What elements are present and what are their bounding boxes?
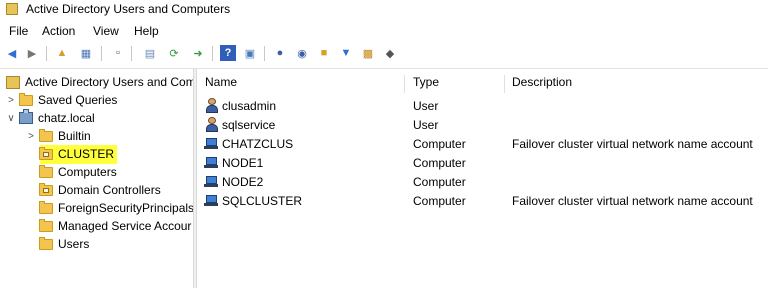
details-list: Name Type Description clusadmin User sql… bbox=[197, 69, 768, 288]
refresh-icon[interactable]: ⟳ bbox=[166, 45, 182, 61]
computer-icon bbox=[204, 157, 218, 168]
folder-icon bbox=[39, 218, 53, 232]
table-row[interactable]: SQLCLUSTER Computer Failover cluster vir… bbox=[197, 192, 768, 210]
tree-item-computers[interactable]: Computers bbox=[39, 163, 117, 181]
tree-item-label: Domain Controllers bbox=[58, 183, 161, 197]
table-row[interactable]: NODE2 Computer bbox=[197, 173, 768, 191]
ou-folder-icon bbox=[39, 146, 53, 160]
menu-file[interactable]: File bbox=[9, 24, 28, 38]
table-row[interactable]: NODE1 Computer bbox=[197, 154, 768, 172]
computer-icon bbox=[204, 176, 218, 187]
row-description: Failover cluster virtual network name ac… bbox=[512, 137, 753, 151]
computer-icon bbox=[204, 138, 218, 149]
table-row[interactable]: clusadmin User bbox=[197, 97, 768, 115]
row-name: NODE2 bbox=[222, 175, 264, 189]
filter-icon[interactable]: ▼ bbox=[338, 45, 354, 61]
title-bar: Active Directory Users and Computers bbox=[0, 0, 768, 20]
delegate-icon[interactable]: ◆ bbox=[382, 45, 398, 61]
up-folder-icon[interactable]: ▲ bbox=[54, 45, 70, 61]
ou-folder-icon bbox=[39, 182, 53, 196]
copy-icon[interactable]: ▫ bbox=[110, 45, 126, 61]
table-row[interactable]: sqlservice User bbox=[197, 116, 768, 134]
folder-icon bbox=[39, 236, 53, 250]
tree-item-label: Managed Service Accour bbox=[58, 219, 192, 233]
row-type: Computer bbox=[413, 175, 466, 189]
menu-view[interactable]: View bbox=[93, 24, 119, 38]
tree-item-label: ForeignSecurityPrincipals bbox=[58, 201, 193, 215]
menu-bar: File Action View Help bbox=[0, 21, 768, 41]
user-icon bbox=[205, 117, 219, 132]
find-icon[interactable]: ▩ bbox=[360, 45, 376, 61]
row-name: clusadmin bbox=[222, 99, 277, 113]
new-group-icon[interactable]: ◉ bbox=[294, 45, 310, 61]
column-header-description[interactable]: Description bbox=[512, 75, 572, 95]
export-list-icon[interactable]: ▤ bbox=[142, 45, 158, 61]
row-type: Computer bbox=[413, 156, 466, 170]
app-icon bbox=[6, 3, 18, 15]
row-name: SQLCLUSTER bbox=[222, 194, 303, 208]
tree-item-label: CLUSTER bbox=[58, 147, 115, 161]
toolbar: ◀ ▶ ▲ ▦ ▫ ▤ ⟳ ➜ ? ▣ ● ◉ ■ ▼ ▩ ◆ bbox=[0, 43, 768, 65]
console-tree-lower: CLUSTER Computers Domain Controllers For… bbox=[0, 69, 193, 288]
forward-icon[interactable]: ▶ bbox=[24, 45, 40, 61]
user-icon bbox=[205, 98, 219, 113]
help-icon[interactable]: ? bbox=[220, 45, 236, 61]
menu-action[interactable]: Action bbox=[42, 24, 75, 38]
window-title: Active Directory Users and Computers bbox=[26, 2, 231, 16]
export-icon[interactable]: ➜ bbox=[190, 45, 206, 61]
folder-icon bbox=[39, 164, 53, 178]
tree-item-domain-controllers[interactable]: Domain Controllers bbox=[39, 181, 161, 199]
computer-icon bbox=[204, 195, 218, 206]
tree-item-foreign-security-principals[interactable]: ForeignSecurityPrincipals bbox=[39, 199, 193, 217]
tree-item-managed-service-accounts[interactable]: Managed Service Accour bbox=[39, 217, 191, 235]
show-hide-tree-icon[interactable]: ▦ bbox=[78, 45, 94, 61]
properties-icon[interactable]: ▣ bbox=[242, 45, 258, 61]
row-type: Computer bbox=[413, 137, 466, 151]
row-type: Computer bbox=[413, 194, 466, 208]
row-description: Failover cluster virtual network name ac… bbox=[512, 194, 753, 208]
tree-item-users[interactable]: Users bbox=[39, 235, 89, 253]
new-ou-icon[interactable]: ■ bbox=[316, 45, 332, 61]
column-header-name[interactable]: Name bbox=[205, 75, 237, 95]
folder-icon bbox=[39, 200, 53, 214]
row-type: User bbox=[413, 118, 439, 132]
row-name: sqlservice bbox=[222, 118, 276, 132]
table-row[interactable]: CHATZCLUS Computer Failover cluster virt… bbox=[197, 135, 768, 153]
row-name: CHATZCLUS bbox=[222, 137, 294, 151]
tree-item-cluster[interactable]: CLUSTER bbox=[39, 145, 114, 163]
back-icon[interactable]: ◀ bbox=[4, 45, 20, 61]
tree-item-label: Computers bbox=[58, 165, 117, 179]
new-user-icon[interactable]: ● bbox=[272, 45, 288, 61]
row-name: NODE1 bbox=[222, 156, 264, 170]
row-type: User bbox=[413, 99, 439, 113]
menu-help[interactable]: Help bbox=[134, 24, 159, 38]
column-header-type[interactable]: Type bbox=[413, 75, 439, 95]
tree-item-label: Users bbox=[58, 237, 90, 251]
